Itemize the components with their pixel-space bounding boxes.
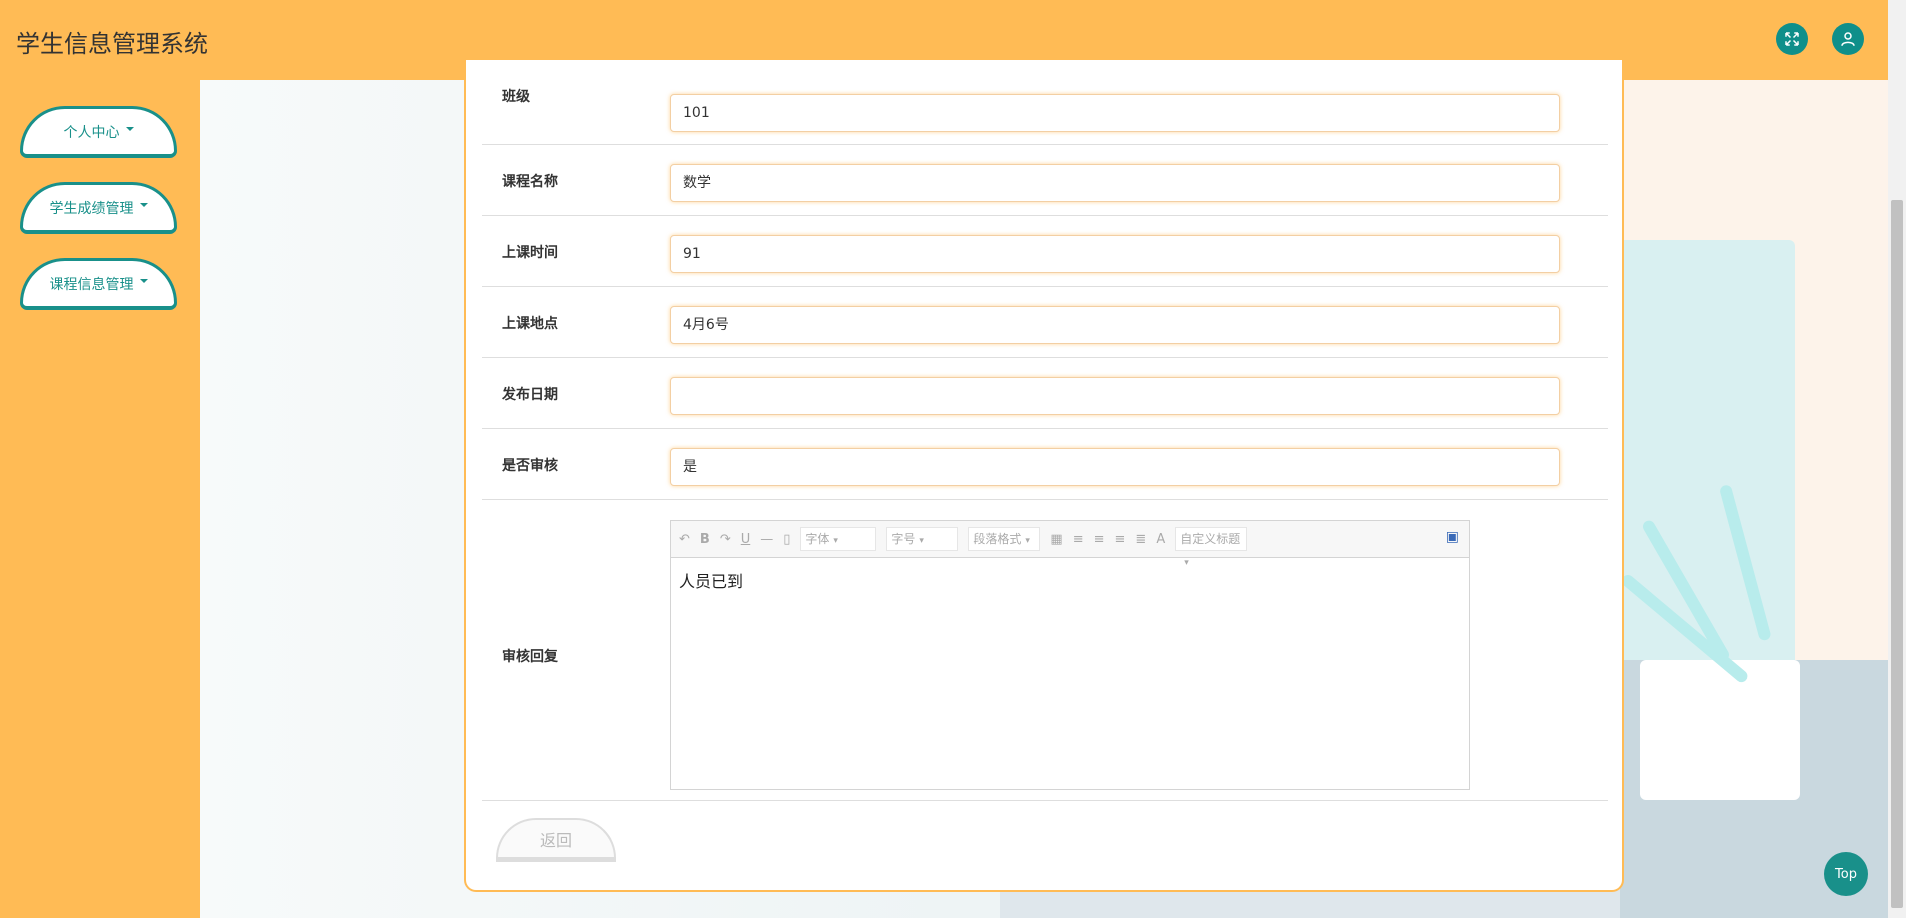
editor-toolbar: ↶ B ↷ U — ▯ 字体 字号 段落格式 ▦ ≡ ≡ ≡ ≣ A 自定义标题… <box>671 521 1469 558</box>
undo-icon[interactable]: ↶ <box>679 532 690 547</box>
class-field[interactable]: 101 <box>670 94 1560 132</box>
field-label: 上课时间 <box>502 245 558 261</box>
form-row-review-status: 是否审核 是 <box>482 429 1608 500</box>
table-icon[interactable]: ▦ <box>1050 532 1062 547</box>
caret-down-icon <box>125 126 134 131</box>
form-row-class-location: 上课地点 4月6号 <box>482 287 1608 358</box>
caret-down-icon <box>139 202 148 207</box>
sidebar: 个人中心 学生成绩管理 课程信息管理 <box>0 80 200 918</box>
detail-form-card: 班级 101 课程名称 数学 上课时间 91 上课地点 4月6号 发布日期 是否… <box>464 60 1624 892</box>
field-label: 审核回复 <box>502 649 558 665</box>
align-center-icon[interactable]: ≡ <box>1115 532 1126 547</box>
expand-icon <box>1785 32 1799 46</box>
paragraph-format-select[interactable]: 段落格式 <box>968 527 1041 551</box>
fullscreen-button[interactable] <box>1776 23 1808 55</box>
font-color-icon[interactable]: A <box>1156 532 1165 547</box>
field-label: 发布日期 <box>502 387 558 403</box>
form-row-class: 班级 101 <box>482 60 1608 145</box>
redo-icon[interactable]: ↷ <box>720 532 731 547</box>
course-name-field[interactable]: 数学 <box>670 164 1560 202</box>
sidebar-item-label: 课程信息管理 <box>49 276 134 293</box>
scrollbar-thumb[interactable] <box>1891 200 1903 908</box>
class-time-field[interactable]: 91 <box>670 235 1560 273</box>
publish-date-field[interactable] <box>670 377 1560 415</box>
align-right-icon[interactable]: ≡ <box>1094 532 1105 547</box>
form-row-class-time: 上课时间 91 <box>482 216 1608 287</box>
sidebar-item-course-management[interactable]: 课程信息管理 <box>20 258 177 310</box>
sidebar-item-label: 个人中心 <box>63 124 120 141</box>
underline-icon[interactable]: U <box>741 532 751 547</box>
custom-title-select[interactable]: 自定义标题 <box>1175 527 1248 551</box>
rich-text-editor[interactable]: ↶ B ↷ U — ▯ 字体 字号 段落格式 ▦ ≡ ≡ ≡ ≣ A 自定义标题… <box>670 520 1470 790</box>
form-row-review-reply: 审核回复 ↶ B ↷ U — ▯ 字体 字号 段落格式 ▦ ≡ ≡ ≡ ≣ A … <box>482 520 1608 801</box>
field-label: 课程名称 <box>502 174 558 190</box>
app-title: 学生信息管理系统 <box>16 30 208 58</box>
document-icon[interactable]: ▯ <box>783 532 790 547</box>
editor-content[interactable]: 人员已到 <box>671 558 1469 602</box>
font-family-select[interactable]: 字体 <box>800 527 877 551</box>
fullscreen-editor-icon[interactable]: ▣ <box>1446 529 1459 545</box>
form-row-publish-date: 发布日期 <box>482 358 1608 429</box>
sidebar-item-score-management[interactable]: 学生成绩管理 <box>20 182 177 234</box>
review-status-field[interactable]: 是 <box>670 448 1560 486</box>
field-label: 上课地点 <box>502 316 558 332</box>
field-label: 是否审核 <box>502 458 558 474</box>
back-to-top-button[interactable]: Top <box>1824 852 1868 896</box>
horizontal-rule-icon[interactable]: — <box>760 532 773 547</box>
sidebar-item-personal-center[interactable]: 个人中心 <box>20 106 177 158</box>
align-left-icon[interactable]: ≡ <box>1073 532 1084 547</box>
caret-down-icon <box>139 278 148 283</box>
user-button[interactable] <box>1832 23 1864 55</box>
form-row-course-name: 课程名称 数学 <box>482 145 1608 216</box>
user-icon <box>1841 32 1855 46</box>
return-button[interactable]: 返回 <box>496 818 616 862</box>
sidebar-item-label: 学生成绩管理 <box>49 200 134 217</box>
align-justify-icon[interactable]: ≣ <box>1135 532 1146 547</box>
bold-icon[interactable]: B <box>700 532 710 547</box>
class-location-field[interactable]: 4月6号 <box>670 306 1560 344</box>
field-label: 班级 <box>502 89 530 105</box>
font-size-select[interactable]: 字号 <box>886 527 959 551</box>
